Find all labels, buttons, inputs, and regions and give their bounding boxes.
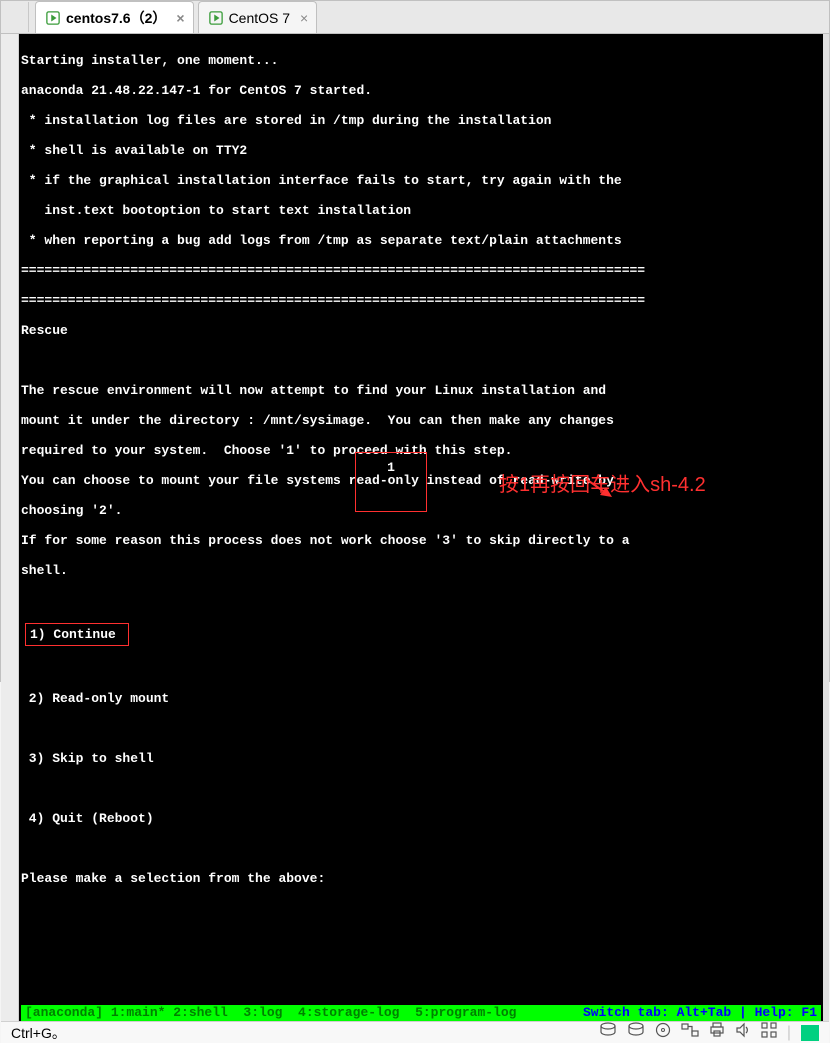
option-quit: 4) Quit (Reboot) xyxy=(21,811,821,826)
tab-label: centos7.6（2） xyxy=(66,8,166,28)
selection-prompt: Please make a selection from the above: xyxy=(21,871,821,886)
vm-icon xyxy=(46,11,60,25)
term-line: ========================================… xyxy=(21,293,821,308)
term-line: shell. xyxy=(21,563,821,578)
close-icon[interactable]: × xyxy=(300,10,308,26)
term-line xyxy=(21,721,821,736)
tab-centos7[interactable]: CentOS 7 × xyxy=(198,1,318,33)
term-line: * shell is available on TTY2 xyxy=(21,143,821,158)
status-right: Switch tab: Alt+Tab | Help: F1 xyxy=(579,1005,821,1021)
term-line: anaconda 21.48.22.147-1 for CentOS 7 sta… xyxy=(21,83,821,98)
left-gutter xyxy=(1,34,19,1021)
anaconda-status-bar: [anaconda] 1:main* 2:shell 3:log 4:stora… xyxy=(21,1005,821,1021)
app-status-bar: Ctrl+G。 | xyxy=(1,1021,829,1043)
vm-icon xyxy=(209,11,223,25)
divider: | xyxy=(787,1024,791,1042)
term-line: If for some reason this process does not… xyxy=(21,533,821,548)
term-line: * installation log files are stored in /… xyxy=(21,113,821,128)
status-left: [anaconda] 1:main* 2:shell 3:log 4:stora… xyxy=(21,1005,579,1021)
option-continue-wrap: 1) Continue xyxy=(21,623,821,646)
term-line: * if the graphical installation interfac… xyxy=(21,173,821,188)
selection-input: 1 xyxy=(387,460,395,475)
tab-stub xyxy=(11,2,29,32)
term-line: ========================================… xyxy=(21,263,821,278)
printer-icon[interactable] xyxy=(709,1022,725,1043)
term-line: mount it under the directory : /mnt/sysi… xyxy=(21,413,821,428)
grid-icon[interactable] xyxy=(761,1022,777,1043)
disk-icon[interactable] xyxy=(599,1022,617,1043)
terminal-container: Starting installer, one moment... anacon… xyxy=(1,34,829,1021)
term-line xyxy=(21,781,821,796)
term-line xyxy=(21,593,821,608)
input-highlight-box: 1 xyxy=(355,452,427,512)
window-frame: centos7.6（2） × CentOS 7 × Starting insta… xyxy=(0,0,830,682)
annotation-text: 按1再按回车进入sh-4.2 xyxy=(499,478,706,493)
tab-label: CentOS 7 xyxy=(229,10,290,26)
term-line: Starting installer, one moment... xyxy=(21,53,821,68)
disk-icon-2[interactable] xyxy=(627,1022,645,1043)
option-readonly: 2) Read-only mount xyxy=(21,691,821,706)
option-skip: 3) Skip to shell xyxy=(21,751,821,766)
term-line: The rescue environment will now attempt … xyxy=(21,383,821,398)
sound-icon[interactable] xyxy=(735,1022,751,1043)
network-icon[interactable] xyxy=(681,1022,699,1043)
term-line: inst.text bootoption to start text insta… xyxy=(21,203,821,218)
option-continue: 1) Continue xyxy=(25,623,129,646)
tab-bar: centos7.6（2） × CentOS 7 × xyxy=(1,1,829,34)
cd-icon[interactable] xyxy=(655,1022,671,1043)
terminal[interactable]: Starting installer, one moment... anacon… xyxy=(19,34,823,1021)
status-hint: Ctrl+G。 xyxy=(11,1023,66,1043)
close-icon[interactable]: × xyxy=(176,10,184,26)
term-line xyxy=(21,841,821,856)
term-line: * when reporting a bug add logs from /tm… xyxy=(21,233,821,248)
rescue-title: Rescue xyxy=(21,323,821,338)
term-line xyxy=(21,353,821,368)
tab-centos76-2[interactable]: centos7.6（2） × xyxy=(35,1,194,33)
fullscreen-icon[interactable] xyxy=(801,1025,819,1041)
term-line xyxy=(21,661,821,676)
status-icons: | xyxy=(599,1022,819,1043)
